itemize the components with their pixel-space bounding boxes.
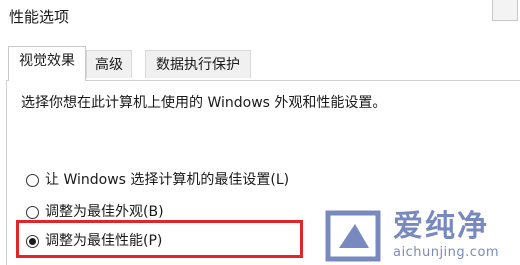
- radio-label[interactable]: 让 Windows 选择计算机的最佳设置(L): [45, 169, 289, 191]
- radio-label[interactable]: 调整为最佳性能(P): [45, 230, 162, 252]
- tab-strip: 视觉效果 高级 数据执行保护: [0, 44, 520, 82]
- watermark: 爱纯净 aichunjing.com: [325, 208, 520, 265]
- radio-let-windows-choose[interactable]: 让 Windows 选择计算机的最佳设置(L): [26, 169, 289, 191]
- radio-button-icon[interactable]: [26, 173, 39, 187]
- tab-visual-effects[interactable]: 视觉效果: [8, 46, 86, 81]
- tab-advanced[interactable]: 高级: [86, 50, 132, 78]
- radio-best-appearance[interactable]: 调整为最佳外观(B): [26, 201, 164, 223]
- watermark-url: aichunjing.com: [393, 245, 500, 260]
- settings-description: 选择你想在此计算机上使用的 Windows 外观和性能设置。: [21, 95, 387, 111]
- watermark-logo-icon: [325, 210, 381, 262]
- tab-data-execution-prevention[interactable]: 数据执行保护: [145, 50, 251, 78]
- radio-best-performance[interactable]: 调整为最佳性能(P): [26, 230, 162, 252]
- watermark-title: 爱纯净: [393, 209, 489, 244]
- performance-options-dialog: 性能选项 视觉效果 高级 数据执行保护 选择你想在此计算机上使用的 Window…: [0, 0, 520, 265]
- radio-label[interactable]: 调整为最佳外观(B): [45, 201, 164, 223]
- window-title: 性能选项: [9, 8, 70, 26]
- radio-button-selected-icon[interactable]: [26, 234, 39, 248]
- close-button[interactable]: [492, 0, 518, 21]
- radio-button-icon[interactable]: [26, 205, 39, 219]
- title-bar: 性能选项: [0, 0, 520, 36]
